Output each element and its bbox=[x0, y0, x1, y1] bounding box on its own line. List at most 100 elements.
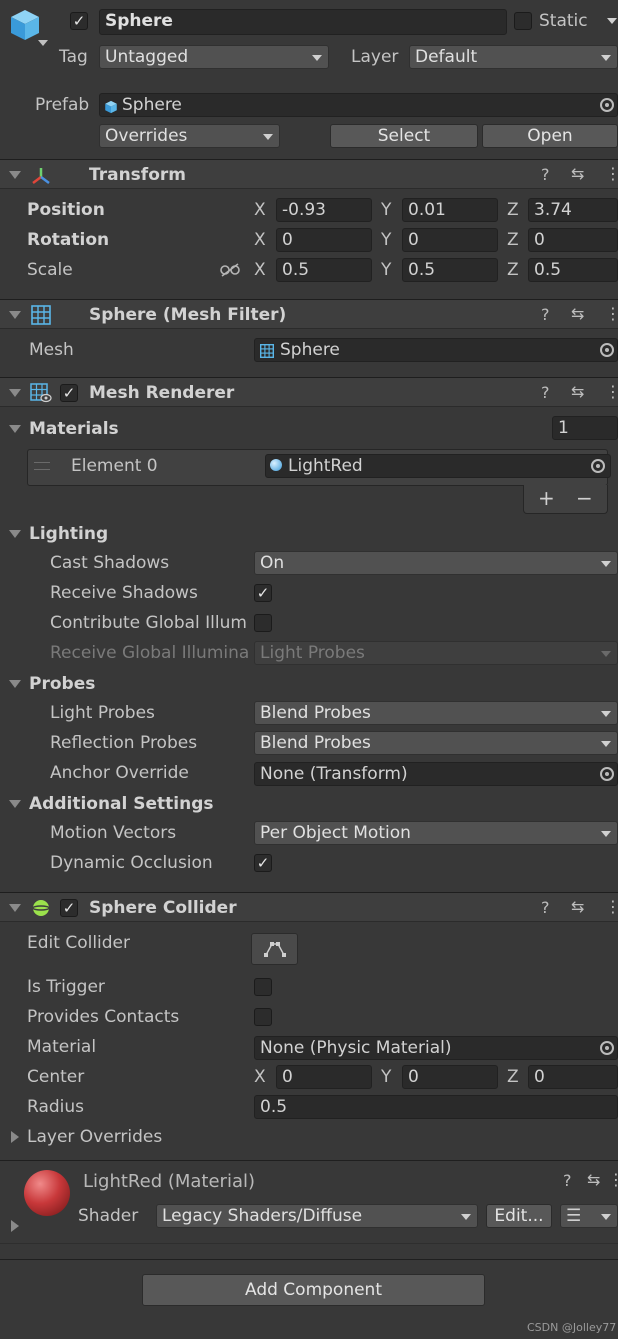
mesh-field[interactable]: Sphere bbox=[254, 338, 618, 362]
kebab-menu-icon[interactable]: ⋮ bbox=[605, 304, 618, 323]
object-picker-icon[interactable] bbox=[600, 343, 614, 357]
presets-icon[interactable]: ⇆ bbox=[571, 304, 584, 323]
light-probes-dropdown[interactable]: Blend Probes bbox=[254, 701, 618, 725]
help-icon[interactable]: ? bbox=[541, 305, 550, 324]
contribute-gi-checkbox[interactable] bbox=[254, 614, 272, 632]
mesh-renderer-enabled-checkbox[interactable]: ✓ bbox=[60, 384, 78, 402]
reflection-probes-dropdown[interactable]: Blend Probes bbox=[254, 731, 618, 755]
lighting-label[interactable]: Lighting bbox=[29, 524, 108, 544]
motion-vectors-dropdown[interactable]: Per Object Motion bbox=[254, 821, 618, 845]
scale-x-input[interactable]: 0.5 bbox=[276, 258, 372, 282]
icon-dropdown-arrow-icon[interactable] bbox=[38, 40, 48, 46]
mesh-filter-header[interactable]: Sphere (Mesh Filter) ? ⇆ ⋮ bbox=[0, 299, 618, 329]
position-x-input[interactable]: -0.93 bbox=[276, 198, 372, 222]
foldout-arrow-icon[interactable] bbox=[9, 171, 21, 179]
object-picker-icon[interactable] bbox=[591, 459, 605, 473]
center-z-input[interactable]: 0 bbox=[528, 1065, 618, 1089]
scale-z-input[interactable]: 0.5 bbox=[528, 258, 618, 282]
cast-shadows-dropdown[interactable]: On bbox=[254, 551, 618, 575]
edit-collider-button[interactable] bbox=[251, 933, 298, 965]
add-component-button[interactable]: Add Component bbox=[142, 1274, 485, 1306]
center-y-input[interactable]: 0 bbox=[402, 1065, 498, 1089]
mesh-filter-title: Sphere (Mesh Filter) bbox=[89, 305, 287, 325]
presets-icon[interactable]: ⇆ bbox=[571, 897, 584, 916]
probes-foldout-icon[interactable] bbox=[9, 680, 21, 688]
element-0-value: LightRed bbox=[288, 456, 363, 476]
drag-handle-icon[interactable] bbox=[34, 462, 50, 470]
kebab-menu-icon[interactable]: ⋮ bbox=[605, 164, 618, 183]
probes-label[interactable]: Probes bbox=[29, 674, 95, 694]
materials-count-input[interactable]: 1 bbox=[552, 416, 618, 440]
scale-y-input[interactable]: 0.5 bbox=[402, 258, 498, 282]
layer-overrides-foldout-icon[interactable] bbox=[11, 1131, 19, 1143]
chevron-down-icon bbox=[601, 1214, 611, 1220]
radius-input[interactable]: 0.5 bbox=[254, 1095, 618, 1119]
select-button[interactable]: Select bbox=[330, 124, 478, 148]
mesh-renderer-header[interactable]: ✓ Mesh Renderer ? ⇆ ⋮ bbox=[0, 377, 618, 407]
mesh-grid-icon bbox=[31, 305, 51, 330]
center-x-input[interactable]: 0 bbox=[276, 1065, 372, 1089]
scale-x-axis: X bbox=[254, 260, 266, 280]
object-name-input[interactable]: Sphere bbox=[99, 9, 507, 35]
overrides-dropdown[interactable]: Overrides bbox=[99, 124, 280, 148]
help-icon[interactable]: ? bbox=[563, 1171, 572, 1190]
prefab-cube-icon bbox=[104, 99, 118, 119]
kebab-menu-icon[interactable]: ⋮ bbox=[608, 1170, 618, 1189]
foldout-arrow-icon[interactable] bbox=[9, 389, 21, 397]
materials-foldout-icon[interactable] bbox=[9, 425, 21, 433]
add-element-button[interactable]: + bbox=[538, 486, 555, 510]
prefab-field[interactable]: Sphere bbox=[99, 93, 618, 117]
object-picker-icon[interactable] bbox=[600, 1041, 614, 1055]
static-dropdown-arrow-icon[interactable] bbox=[607, 18, 617, 24]
shader-dropdown[interactable]: Legacy Shaders/Diffuse bbox=[156, 1204, 478, 1228]
material-foldout-icon[interactable] bbox=[11, 1220, 19, 1232]
provides-contacts-label: Provides Contacts bbox=[27, 1007, 180, 1027]
contribute-gi-label: Contribute Global Illum bbox=[50, 613, 247, 633]
layer-overrides-label[interactable]: Layer Overrides bbox=[27, 1127, 162, 1147]
sphere-collider-header[interactable]: ✓ Sphere Collider ? ⇆ ⋮ bbox=[0, 892, 618, 922]
is-trigger-checkbox[interactable] bbox=[254, 978, 272, 996]
position-z-input[interactable]: 3.74 bbox=[528, 198, 618, 222]
collider-material-field[interactable]: None (Physic Material) bbox=[254, 1036, 618, 1060]
rotation-x-input[interactable]: 0 bbox=[276, 228, 372, 252]
position-y-input[interactable]: 0.01 bbox=[402, 198, 498, 222]
sphere-collider-enabled-checkbox[interactable]: ✓ bbox=[60, 899, 78, 917]
additional-settings-foldout-icon[interactable] bbox=[9, 800, 21, 808]
foldout-arrow-icon[interactable] bbox=[9, 311, 21, 319]
rotation-z-input[interactable]: 0 bbox=[528, 228, 618, 252]
help-icon[interactable]: ? bbox=[541, 383, 550, 402]
remove-element-button[interactable]: − bbox=[576, 486, 593, 510]
material-preview-sphere[interactable] bbox=[24, 1170, 70, 1216]
constrain-proportions-link-icon[interactable] bbox=[220, 262, 240, 283]
open-button[interactable]: Open bbox=[482, 124, 618, 148]
receive-gi-label: Receive Global Illumina bbox=[50, 643, 250, 663]
lighting-foldout-icon[interactable] bbox=[9, 530, 21, 538]
edit-shader-button[interactable]: Edit... bbox=[486, 1204, 552, 1228]
anchor-override-field[interactable]: None (Transform) bbox=[254, 762, 618, 786]
kebab-menu-icon[interactable]: ⋮ bbox=[605, 897, 618, 916]
provides-contacts-checkbox[interactable] bbox=[254, 1008, 272, 1026]
presets-icon[interactable]: ⇆ bbox=[571, 164, 584, 183]
help-icon[interactable]: ? bbox=[541, 165, 550, 184]
presets-icon[interactable]: ⇆ bbox=[587, 1170, 600, 1189]
help-icon[interactable]: ? bbox=[541, 898, 550, 917]
dynamic-occlusion-checkbox[interactable]: ✓ bbox=[254, 854, 272, 872]
shader-options-dropdown[interactable]: ☰ bbox=[560, 1204, 618, 1228]
receive-shadows-checkbox[interactable]: ✓ bbox=[254, 584, 272, 602]
layer-dropdown[interactable]: Default bbox=[409, 45, 618, 69]
rotation-y-input[interactable]: 0 bbox=[402, 228, 498, 252]
materials-label[interactable]: Materials bbox=[29, 419, 119, 439]
transform-header[interactable]: Transform ? ⇆ ⋮ bbox=[0, 159, 618, 189]
kebab-menu-icon[interactable]: ⋮ bbox=[605, 382, 618, 401]
additional-settings-label[interactable]: Additional Settings bbox=[29, 794, 214, 814]
element-0-field[interactable]: LightRed bbox=[265, 454, 611, 478]
presets-icon[interactable]: ⇆ bbox=[571, 382, 584, 401]
active-checkbox[interactable]: ✓ bbox=[70, 12, 88, 30]
object-picker-icon[interactable] bbox=[600, 98, 614, 112]
static-checkbox[interactable] bbox=[514, 12, 532, 30]
object-picker-icon[interactable] bbox=[600, 767, 614, 781]
foldout-arrow-icon[interactable] bbox=[9, 904, 21, 912]
tag-dropdown[interactable]: Untagged bbox=[99, 45, 329, 69]
gameobject-cube-icon[interactable] bbox=[8, 8, 42, 47]
prefab-label: Prefab bbox=[35, 95, 90, 115]
